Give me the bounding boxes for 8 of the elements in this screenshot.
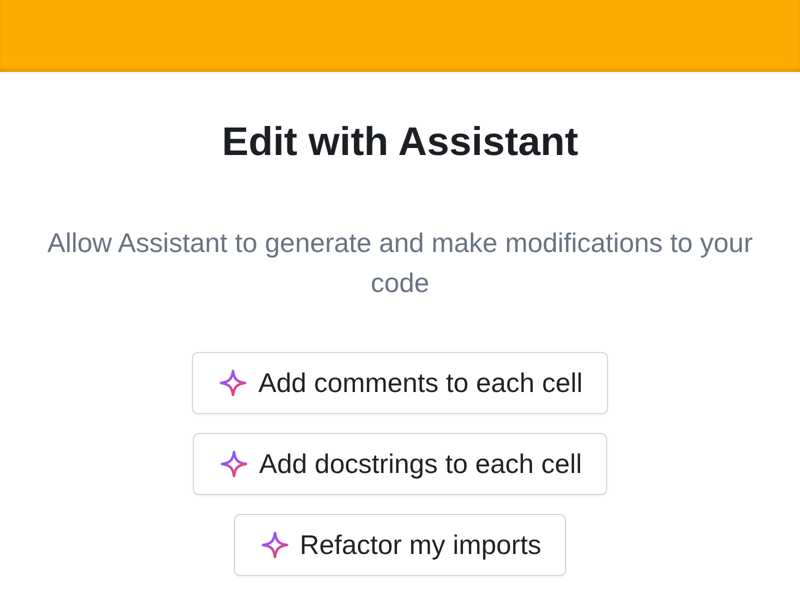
dialog-title: Edit with Assistant <box>222 120 578 164</box>
suggestion-button[interactable]: Refactor my imports <box>234 514 566 576</box>
suggestion-button[interactable]: Add docstrings to each cell <box>193 433 607 495</box>
suggestion-button[interactable]: Add comments to each cell <box>192 352 608 414</box>
sparkle-icon <box>220 450 248 478</box>
dialog-description: Allow Assistant to generate and make modifications to your code <box>46 227 754 300</box>
sparkle-icon <box>260 531 289 559</box>
sparkle-icon <box>219 369 248 397</box>
